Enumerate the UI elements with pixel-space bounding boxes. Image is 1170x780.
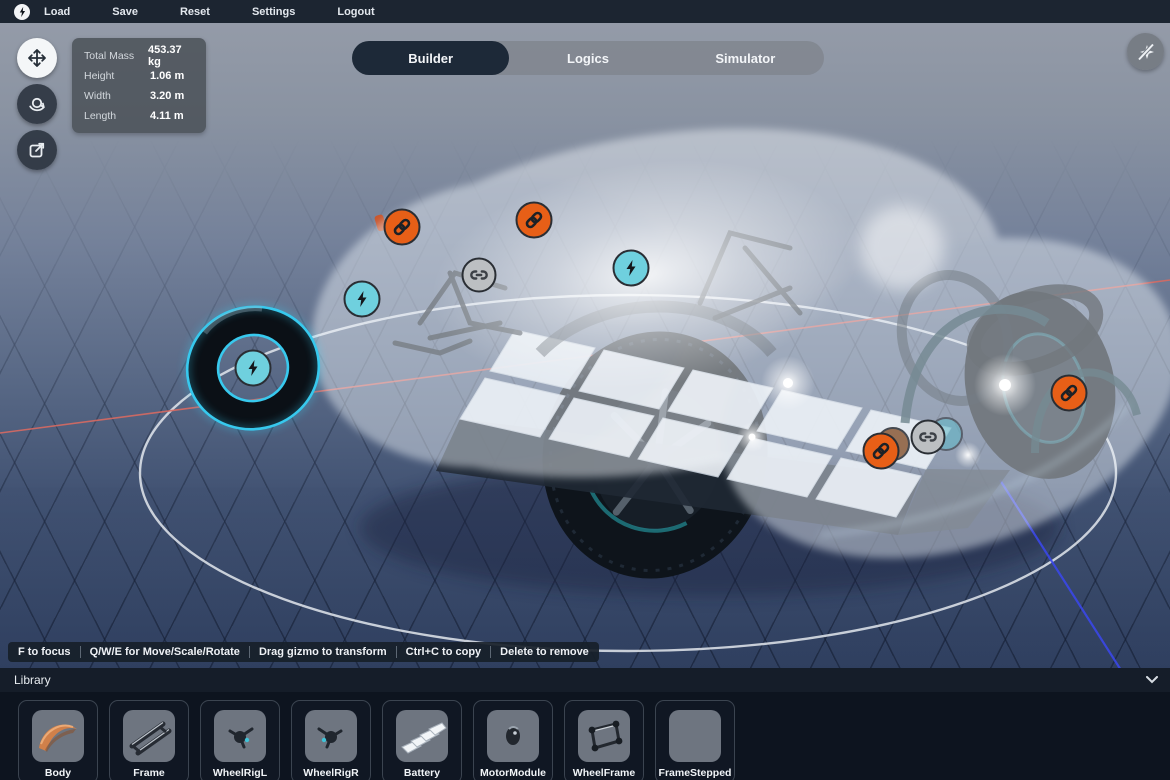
hint-divider — [490, 646, 491, 658]
frame-thumbnail — [123, 710, 175, 762]
rotate-tool-button[interactable] — [17, 84, 57, 124]
hint-text: Delete to remove — [500, 646, 589, 658]
stat-label: Width — [84, 90, 150, 102]
stat-label: Height — [84, 70, 150, 82]
move-tool-button[interactable] — [17, 38, 57, 78]
tab-simulator[interactable]: Simulator — [667, 41, 824, 75]
app-logo-icon — [14, 4, 30, 20]
menu-item-load[interactable]: Load — [44, 6, 70, 18]
hint-divider — [396, 646, 397, 658]
menu-item-save[interactable]: Save — [112, 6, 138, 18]
library-item-framestepped[interactable]: FrameStepped — [655, 700, 735, 780]
library-item-label: Battery — [404, 767, 440, 779]
stat-value: 3.20 m — [150, 90, 184, 102]
stat-label: Total Mass — [84, 50, 148, 62]
library-item-wheelframe[interactable]: WheelFrame — [564, 700, 644, 780]
library-panel: Body Frame WheelRigL WheelRigR — [0, 692, 1170, 780]
snap-off-button[interactable] — [1127, 33, 1164, 70]
mode-tabs: Builder Logics Simulator — [352, 41, 824, 75]
library-item-label: MotorModule — [480, 767, 546, 779]
scale-tool-button[interactable] — [17, 130, 57, 170]
library-title: Library — [14, 673, 51, 687]
hint-text: Drag gizmo to transform — [259, 646, 387, 658]
menu-item-logout[interactable]: Logout — [337, 6, 374, 18]
battery-thumbnail — [396, 710, 448, 762]
canopy-specular — [860, 206, 944, 290]
framestepped-thumbnail — [669, 710, 721, 762]
hint-divider — [80, 646, 81, 658]
shortcut-hints: F to focus Q/W/E for Move/Scale/Rotate D… — [8, 642, 599, 662]
link-badge[interactable] — [517, 203, 552, 238]
power-badge[interactable] — [236, 351, 271, 386]
tab-logics[interactable]: Logics — [509, 41, 666, 75]
library-item-wheelrigl[interactable]: WheelRigL — [200, 700, 280, 780]
hint-divider — [249, 646, 250, 658]
stat-value: 453.37 kg — [148, 44, 196, 68]
motormodule-thumbnail — [487, 710, 539, 762]
library-item-label: FrameStepped — [659, 767, 732, 779]
library-item-label: Body — [45, 767, 71, 779]
library-item-label: Frame — [133, 767, 165, 779]
stat-label: Length — [84, 110, 150, 122]
library-item-motormodule[interactable]: MotorModule — [473, 700, 553, 780]
wheelrigl-thumbnail — [214, 710, 266, 762]
wheelrigr-thumbnail — [305, 710, 357, 762]
menu-item-reset[interactable]: Reset — [180, 6, 210, 18]
transform-tools — [17, 38, 57, 170]
stat-value: 4.11 m — [150, 110, 184, 122]
library-item-battery[interactable]: Battery — [382, 700, 462, 780]
rotate-icon — [27, 94, 47, 114]
power-badge[interactable] — [345, 282, 380, 317]
library-item-label: WheelRigR — [303, 767, 358, 779]
chevron-down-icon[interactable] — [1146, 676, 1158, 684]
library-item-body[interactable]: Body — [18, 700, 98, 780]
body-thumbnail — [32, 710, 84, 762]
hint-text: Ctrl+C to copy — [406, 646, 481, 658]
wheelframe-thumbnail — [578, 710, 630, 762]
library-header[interactable]: Library — [0, 668, 1170, 692]
library-item-wheelrigr[interactable]: WheelRigR — [291, 700, 371, 780]
vehicle-stats-panel: Total Mass453.37 kg Height1.06 m Width3.… — [72, 38, 206, 133]
hint-text: F to focus — [18, 646, 71, 658]
open-link-badge[interactable] — [912, 421, 945, 454]
scale-icon — [27, 140, 47, 160]
library-item-label: WheelFrame — [573, 767, 635, 779]
link-badge[interactable] — [864, 434, 899, 469]
link-badge[interactable] — [385, 210, 420, 245]
tab-builder[interactable]: Builder — [352, 41, 509, 75]
stat-value: 1.06 m — [150, 70, 184, 82]
hint-text: Q/W/E for Move/Scale/Rotate — [90, 646, 240, 658]
menu-item-settings[interactable]: Settings — [252, 6, 295, 18]
link-badge[interactable] — [1052, 376, 1087, 411]
move-icon — [27, 48, 47, 68]
menu-bar: Load Save Reset Settings Logout — [0, 0, 1170, 23]
power-badge[interactable] — [614, 251, 649, 286]
open-link-badge[interactable] — [463, 259, 496, 292]
library-item-frame[interactable]: Frame — [109, 700, 189, 780]
library-item-label: WheelRigL — [213, 767, 267, 779]
snap-off-icon — [1135, 41, 1157, 63]
